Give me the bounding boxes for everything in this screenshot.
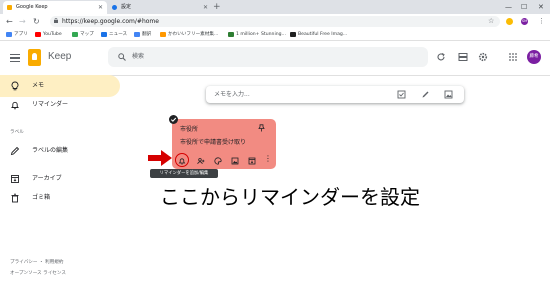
bookmark-site-icon (160, 32, 166, 37)
news-icon (101, 32, 107, 37)
window-close-icon[interactable]: ✕ (538, 0, 544, 14)
red-circle-annotation (175, 153, 189, 167)
bookmark-maps[interactable]: マップ (72, 29, 94, 40)
menu-kebab-icon[interactable]: ⋮ (538, 16, 545, 27)
keep-logo-bulb (32, 53, 37, 60)
more-kebab-icon[interactable]: ⋮ (264, 154, 272, 163)
extension-icon[interactable] (506, 18, 513, 25)
bell-icon (11, 101, 19, 110)
maps-icon (72, 32, 78, 37)
privacy-link[interactable]: プライバシー (10, 260, 37, 265)
bookmark-news[interactable]: ニュース (101, 29, 127, 40)
new-tab-button[interactable]: + (213, 0, 221, 14)
forward-icon[interactable]: → (19, 14, 26, 29)
bookmark-site-icon (290, 32, 296, 37)
url-text: https://keep.google.com/#home (62, 18, 159, 25)
collaborator-icon[interactable] (197, 157, 205, 165)
account-avatar[interactable]: 藤希 (527, 50, 541, 64)
palette-icon[interactable] (214, 157, 222, 165)
main-menu-icon[interactable] (10, 54, 20, 62)
image-icon[interactable] (444, 90, 453, 99)
keep-favicon-icon (7, 5, 12, 10)
bookmark-beautiful[interactable]: Beautiful Free Imag... (290, 29, 347, 40)
youtube-icon (35, 32, 41, 37)
select-check-icon[interactable] (169, 115, 178, 124)
instruction-caption: ここからリマインダーを設定 (160, 185, 420, 209)
gear-icon (112, 5, 117, 10)
search-bar[interactable] (108, 47, 428, 67)
lightbulb-icon (11, 81, 19, 91)
draw-brush-icon[interactable] (421, 90, 430, 99)
sidebar-item-label: リマインダー (32, 101, 69, 108)
terms-link[interactable]: 利用規約 (45, 260, 63, 265)
sidebar-item-edit-labels[interactable]: ラベルの編集 (0, 140, 120, 162)
pencil-icon (10, 146, 20, 156)
archive-icon (11, 175, 19, 183)
list-view-icon[interactable] (458, 52, 468, 62)
close-icon[interactable]: ✕ (98, 1, 103, 14)
bookmark-youtube[interactable]: YouTube (35, 29, 62, 40)
maximize-icon[interactable]: ☐ (521, 0, 527, 14)
search-input[interactable]: 検索 (132, 47, 144, 67)
sidebar-item-label: ラベルの編集 (32, 147, 69, 154)
footer-legal: プライバシー ・ 利用規約 (10, 259, 63, 265)
archive-note-icon[interactable] (248, 157, 256, 165)
bookmark-free-material[interactable]: かわいいフリー素材集... (160, 29, 218, 40)
pin-icon[interactable] (258, 124, 265, 132)
sidebar-item-label: ゴミ箱 (32, 194, 51, 201)
tab-label: 設定 (121, 4, 132, 10)
star-icon[interactable]: ☆ (488, 16, 494, 27)
back-icon[interactable]: ← (6, 14, 13, 29)
lock-icon (54, 18, 58, 23)
close-icon[interactable]: ✕ (203, 1, 208, 14)
checkbox-list-icon[interactable] (397, 90, 406, 99)
add-image-icon[interactable] (231, 157, 239, 165)
bookmark-stunning[interactable]: 1 million+ Stunning... (228, 29, 286, 40)
profile-avatar[interactable]: SM (521, 18, 528, 25)
bookmark-site-icon (228, 32, 234, 37)
bookmark-translate[interactable]: 翻訳 (134, 29, 151, 40)
minimize-icon[interactable]: — (505, 0, 512, 14)
refresh-icon[interactable] (436, 52, 446, 62)
reminder-tooltip: リマインダーを追加/編集 (150, 169, 218, 178)
apps-grid-icon[interactable] (508, 52, 518, 62)
open-source-license-link[interactable]: オープンソース ライセンス (10, 270, 66, 276)
tab-label: Google Keep (16, 4, 48, 10)
bookmark-apps[interactable]: アプリ (6, 29, 28, 40)
red-arrow-annotation (148, 150, 172, 166)
browser-tab-settings[interactable]: 設定 ✕ (108, 1, 212, 14)
app-title: Keep (48, 51, 72, 62)
note-title: 市役所 (180, 126, 199, 133)
sidebar-item-trash[interactable]: ゴミ箱 (0, 187, 120, 209)
take-note-input[interactable]: メモを入力... (214, 86, 250, 103)
search-icon[interactable] (118, 53, 126, 61)
reload-icon[interactable]: ↻ (33, 14, 40, 29)
apps-icon (6, 32, 12, 37)
translate-icon (134, 32, 140, 37)
sidebar-item-reminders[interactable]: リマインダー (0, 94, 120, 116)
trash-icon (11, 193, 19, 203)
labels-section-heading: ラベル (10, 130, 24, 135)
footer-separator: ・ (38, 260, 44, 265)
note-body: 市役所で申請書受け取り (180, 139, 247, 146)
settings-gear-icon[interactable] (478, 52, 488, 62)
browser-tab-keep[interactable]: Google Keep ✕ (3, 1, 107, 14)
